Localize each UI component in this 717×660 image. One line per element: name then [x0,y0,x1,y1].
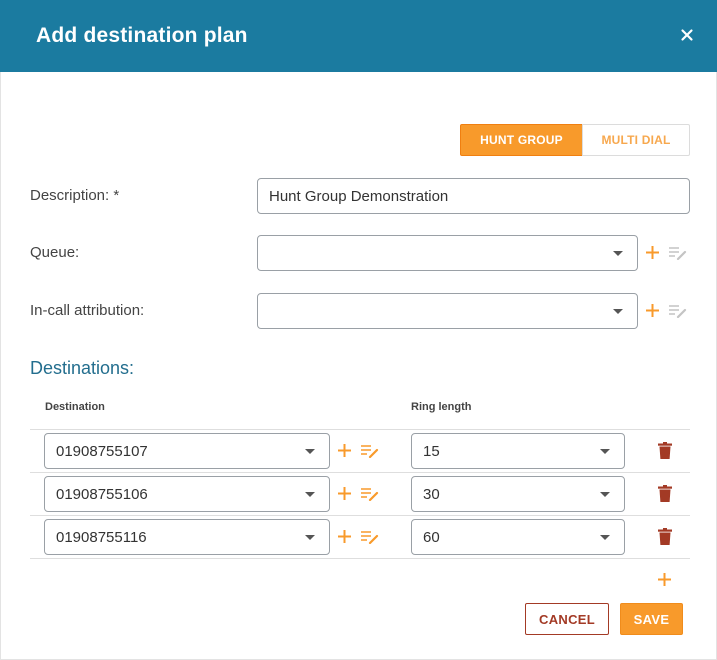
dialog-title: Add destination plan [36,24,248,47]
queue-select[interactable] [257,235,638,271]
dialog-header: Add destination plan [0,0,717,72]
add-row-plus-icon[interactable] [657,572,672,587]
multi-dial-toggle[interactable]: MULTI DIAL [582,124,690,156]
table-divider [30,472,690,473]
destination-select[interactable]: 01908755106 [44,476,330,512]
description-label: Description: * [30,187,120,204]
ring-length-column-header: Ring length [411,401,472,413]
save-button[interactable]: SAVE [620,603,683,635]
edit-destination-icon[interactable] [360,444,380,458]
chevron-down-icon [600,492,610,497]
ring-length-select[interactable]: 30 [411,476,625,512]
queue-label: Queue: [30,244,80,261]
hunt-group-toggle[interactable]: HUNT GROUP [460,124,583,156]
add-destination-plus-icon[interactable] [337,529,352,544]
cancel-button[interactable]: CANCEL [525,603,609,635]
add-queue-plus-icon[interactable] [645,245,660,260]
delete-row-trash-icon[interactable] [658,442,672,459]
ring-length-value: 30 [423,485,440,503]
destination-select[interactable]: 01908755107 [44,433,330,469]
description-input[interactable]: Hunt Group Demonstration [257,178,690,214]
table-divider [30,429,690,430]
edit-destination-icon[interactable] [360,487,380,501]
ring-length-select[interactable]: 15 [411,433,625,469]
delete-row-trash-icon[interactable] [658,485,672,502]
incall-attribution-label: In-call attribution: [30,302,145,319]
description-value: Hunt Group Demonstration [269,187,449,205]
add-incall-attribution-plus-icon[interactable] [645,303,660,318]
table-divider [30,558,690,559]
destination-value: 01908755106 [56,485,148,503]
destinations-heading: Destinations: [30,358,135,378]
chevron-down-icon [600,535,610,540]
destination-select[interactable]: 01908755116 [44,519,330,555]
incall-attribution-select[interactable] [257,293,638,329]
ring-length-value: 60 [423,528,440,546]
table-divider [30,515,690,516]
destination-value: 01908755107 [56,442,148,460]
add-destination-plus-icon[interactable] [337,443,352,458]
chevron-down-icon [305,535,315,540]
delete-row-trash-icon[interactable] [658,528,672,545]
chevron-down-icon [305,492,315,497]
chevron-down-icon [600,449,610,454]
close-icon[interactable] [679,27,695,43]
ring-length-select[interactable]: 60 [411,519,625,555]
edit-queue-icon[interactable] [668,246,688,260]
edit-destination-icon[interactable] [360,530,380,544]
destination-column-header: Destination [45,401,105,413]
edit-incall-attribution-icon[interactable] [668,304,688,318]
destination-value: 01908755116 [56,528,147,546]
chevron-down-icon [305,449,315,454]
ring-length-value: 15 [423,442,440,460]
chevron-down-icon [613,309,623,314]
chevron-down-icon [613,251,623,256]
add-destination-plus-icon[interactable] [337,486,352,501]
